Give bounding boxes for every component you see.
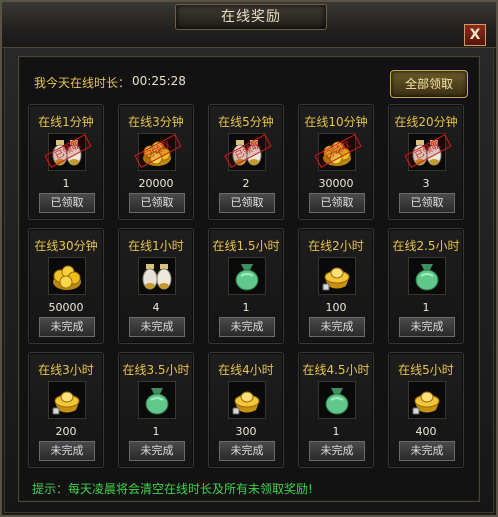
incomplete-button[interactable]: 未完成	[219, 441, 275, 461]
claimed-button[interactable]: 已领取	[399, 193, 455, 213]
reward-title: 在线5小时	[398, 363, 454, 377]
gold-coins-icon[interactable]: 已领取	[134, 133, 182, 171]
incomplete-button[interactable]: 未完成	[129, 441, 185, 461]
close-button[interactable]: X	[464, 24, 486, 46]
reward-title: 在线4小时	[218, 363, 274, 377]
reward-card: 在线30分钟 50000 未完成	[28, 228, 104, 344]
incomplete-button[interactable]: 未完成	[309, 317, 365, 337]
reward-quantity: 3	[422, 177, 430, 190]
incomplete-button[interactable]: 未完成	[399, 441, 455, 461]
gold-coins-icon[interactable]: 已领取	[314, 133, 362, 171]
title-bar[interactable]: 在线奖励 X	[2, 2, 496, 48]
incomplete-button[interactable]: 未完成	[399, 317, 455, 337]
green-bag-icon[interactable]	[228, 257, 266, 295]
reward-quantity: 400	[415, 425, 437, 438]
reward-title: 在线10分钟	[304, 115, 368, 129]
reset-tip: 提示：每天凌晨将会清空在线时长及所有未领取奖励!	[32, 482, 313, 496]
reward-title: 在线3.5小时	[122, 363, 190, 377]
incomplete-button[interactable]: 未完成	[39, 441, 95, 461]
reward-title: 在线1分钟	[38, 115, 94, 129]
reward-title: 在线30分钟	[34, 239, 98, 253]
reward-quantity: 1	[422, 301, 430, 314]
reward-title: 在线5分钟	[218, 115, 274, 129]
reward-card: 在线20分钟已领取 3 已领取	[388, 104, 464, 220]
reward-card: 在线3分钟已领取 20000 已领取	[118, 104, 194, 220]
reward-card: 在线4.5小时 1 未完成	[298, 352, 374, 468]
reward-title: 在线1.5小时	[212, 239, 280, 253]
reward-quantity: 20000	[138, 177, 174, 190]
gold-ingot-icon[interactable]	[318, 257, 356, 295]
reward-card: 在线5分钟已领取 2 已领取	[208, 104, 284, 220]
reward-title: 在线2小时	[308, 239, 364, 253]
reward-card: 在线2.5小时 1 未完成	[388, 228, 464, 344]
gold-ingot-icon[interactable]	[228, 381, 266, 419]
reward-card: 在线1.5小时 1 未完成	[208, 228, 284, 344]
claimed-button[interactable]: 已领取	[129, 193, 185, 213]
claimed-button[interactable]: 已领取	[219, 193, 275, 213]
claimed-button[interactable]: 已领取	[309, 193, 365, 213]
gold-ingot-icon[interactable]	[48, 381, 86, 419]
incomplete-button[interactable]: 未完成	[309, 441, 365, 461]
reward-title: 在线1小时	[128, 239, 184, 253]
potion-pair-icon[interactable]: 已领取	[404, 133, 452, 171]
reward-title: 在线4.5小时	[302, 363, 370, 377]
green-bag-icon[interactable]	[318, 381, 356, 419]
claimed-button[interactable]: 已领取	[39, 193, 95, 213]
reward-card: 在线4小时 300 未完成	[208, 352, 284, 468]
reward-quantity: 1	[242, 301, 250, 314]
incomplete-button[interactable]: 未完成	[129, 317, 185, 337]
reward-quantity: 30000	[318, 177, 354, 190]
incomplete-button[interactable]: 未完成	[219, 317, 275, 337]
reward-title: 在线2.5小时	[392, 239, 460, 253]
reward-title: 在线3分钟	[128, 115, 184, 129]
reward-card: 在线3.5小时 1 未完成	[118, 352, 194, 468]
reward-title: 在线20分钟	[394, 115, 458, 129]
reward-quantity: 2	[242, 177, 250, 190]
gold-coins-icon[interactable]	[48, 257, 86, 295]
potion-pair-icon[interactable]: 已领取	[224, 133, 272, 171]
reward-card: 在线1小时 4 未完成	[118, 228, 194, 344]
reward-quantity: 1	[152, 425, 160, 438]
reward-quantity: 200	[55, 425, 77, 438]
potion-pair-icon[interactable]: 已领取	[44, 133, 92, 171]
reward-quantity: 300	[235, 425, 257, 438]
reward-card: 在线10分钟已领取 30000 已领取	[298, 104, 374, 220]
online-time-label: 我今天在线时长：	[34, 76, 131, 90]
reward-card: 在线2小时 100 未完成	[298, 228, 374, 344]
reward-card: 在线5小时 400 未完成	[388, 352, 464, 468]
incomplete-button[interactable]: 未完成	[39, 317, 95, 337]
potion-pair-icon[interactable]	[138, 257, 176, 295]
window-title: 在线奖励	[175, 4, 327, 30]
reward-quantity: 4	[152, 301, 160, 314]
green-bag-icon[interactable]	[408, 257, 446, 295]
reward-quantity: 100	[325, 301, 347, 314]
gold-ingot-icon[interactable]	[408, 381, 446, 419]
reward-title: 在线3小时	[38, 363, 94, 377]
online-time-value: 00:25:28	[132, 74, 186, 88]
green-bag-icon[interactable]	[138, 381, 176, 419]
reward-quantity: 1	[332, 425, 340, 438]
reward-quantity: 1	[62, 177, 70, 190]
reward-card: 在线3小时 200 未完成	[28, 352, 104, 468]
claim-all-button[interactable]: 全部领取	[390, 70, 468, 98]
reward-card: 在线1分钟已领取 1 已领取	[28, 104, 104, 220]
reward-quantity: 50000	[48, 301, 84, 314]
